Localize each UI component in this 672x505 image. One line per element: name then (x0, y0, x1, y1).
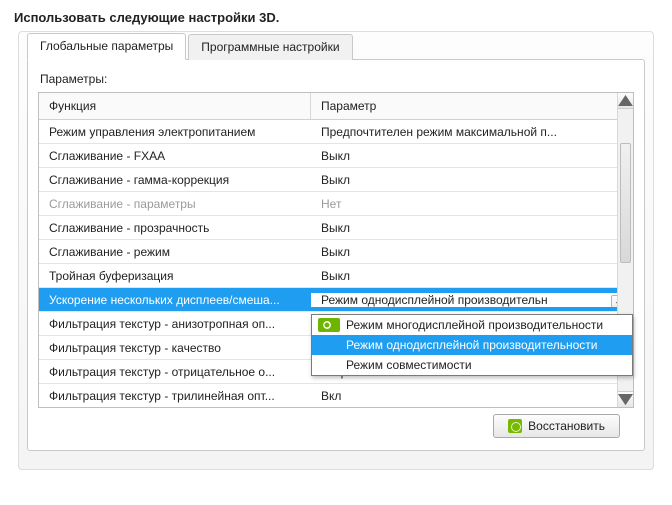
header-parameter[interactable]: Параметр (311, 93, 633, 119)
cell-function: Сглаживание - режим (39, 245, 311, 259)
header-function[interactable]: Функция (39, 93, 311, 119)
cell-parameter: Выкл (311, 221, 633, 235)
cell-function: Фильтрация текстур - анизотропная оп... (39, 317, 311, 331)
params-table: Функция Параметр Режим управления электр… (38, 92, 634, 408)
cell-function: Фильтрация текстур - отрицательное о... (39, 365, 311, 379)
cell-parameter: Выкл (311, 149, 633, 163)
tab-body: Параметры: Функция Параметр Режим управл… (27, 59, 645, 451)
cell-function: Тройная буферизация (39, 269, 311, 283)
table-row[interactable]: Сглаживание - прозрачностьВыкл (39, 216, 633, 240)
dropdown-item-spacer (318, 338, 340, 352)
cell-parameter[interactable]: Режим однодисплейной производительн (311, 293, 633, 307)
scroll-up-button[interactable] (618, 93, 633, 109)
table-row[interactable]: Тройная буферизацияВыкл (39, 264, 633, 288)
cell-function: Ускорение нескольких дисплеев/смеша... (39, 293, 311, 307)
table-row[interactable]: Сглаживание - параметрыНет (39, 192, 633, 216)
scroll-down-button[interactable] (618, 391, 633, 407)
table-row[interactable]: Фильтрация текстур - трилинейная опт...В… (39, 384, 633, 408)
cell-parameter: Выкл (311, 173, 633, 187)
restore-button[interactable]: Восстановить (493, 414, 620, 438)
cell-parameter: Выкл (311, 269, 633, 283)
cell-function: Сглаживание - FXAA (39, 149, 311, 163)
dropdown-item-label: Режим совместимости (346, 358, 472, 372)
dropdown-item[interactable]: Режим совместимости (312, 355, 632, 375)
table-row[interactable]: Режим управления электропитаниемПредпочт… (39, 120, 633, 144)
cell-parameter: Нет (311, 197, 633, 211)
cell-function: Сглаживание - прозрачность (39, 221, 311, 235)
cell-parameter: Выкл (311, 245, 633, 259)
tabs-bar: Глобальные параметры Программные настрой… (27, 31, 653, 59)
tab-global[interactable]: Глобальные параметры (27, 33, 186, 60)
table-header: Функция Параметр (39, 93, 633, 120)
cell-function: Сглаживание - параметры (39, 197, 311, 211)
params-label: Параметры: (40, 72, 634, 86)
cell-function: Фильтрация текстур - качество (39, 341, 311, 355)
param-dropdown[interactable]: Режим многодисплейной производительности… (311, 314, 633, 376)
restore-button-label: Восстановить (528, 419, 605, 433)
table-row[interactable]: Сглаживание - режимВыкл (39, 240, 633, 264)
cell-function: Сглаживание - гамма-коррекция (39, 173, 311, 187)
table-row[interactable]: Сглаживание - FXAAВыкл (39, 144, 633, 168)
nvidia-icon (508, 419, 522, 433)
scroll-thumb[interactable] (620, 143, 631, 263)
footer-row: Восстановить (38, 408, 634, 438)
dropdown-item[interactable]: Режим многодисплейной производительности (312, 315, 632, 335)
settings-panel: Глобальные параметры Программные настрой… (18, 31, 654, 470)
page-title: Использовать следующие настройки 3D. (0, 0, 672, 31)
table-row[interactable]: Ускорение нескольких дисплеев/смеша...Ре… (39, 288, 633, 312)
dropdown-item-label: Режим многодисплейной производительности (346, 318, 603, 332)
nvidia-badge-icon (318, 318, 340, 332)
cell-function: Фильтрация текстур - трилинейная опт... (39, 389, 311, 403)
dropdown-item-label: Режим однодисплейной производительности (346, 338, 598, 352)
cell-parameter: Вкл (311, 389, 633, 403)
cell-parameter: Предпочтителен режим максимальной п... (311, 125, 633, 139)
dropdown-item-spacer (318, 358, 340, 372)
tab-program[interactable]: Программные настройки (188, 34, 352, 60)
cell-function: Режим управления электропитанием (39, 125, 311, 139)
dropdown-item[interactable]: Режим однодисплейной производительности (312, 335, 632, 355)
table-row[interactable]: Сглаживание - гамма-коррекцияВыкл (39, 168, 633, 192)
